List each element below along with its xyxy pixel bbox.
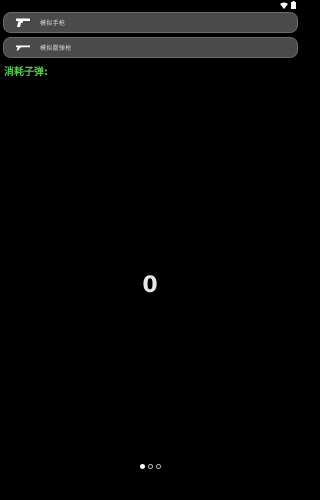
weapon-item-pistol[interactable]: 模拟手枪 (3, 12, 298, 33)
battery-icon (291, 1, 296, 9)
weapon-item-shotgun[interactable]: 模拟霰弹枪 (3, 37, 298, 58)
status-icons (280, 1, 296, 9)
page-dot[interactable] (147, 464, 153, 469)
weapon-label: 模拟手枪 (40, 20, 66, 27)
page-dot[interactable] (155, 464, 161, 469)
page-dot-active[interactable] (139, 464, 145, 469)
pistol-icon (10, 12, 36, 33)
ammo-consumed-title: 消耗子弹: (4, 67, 48, 78)
page-indicator[interactable] (0, 464, 300, 469)
ammo-count: 0 (142, 273, 158, 298)
wifi-icon (280, 2, 288, 9)
status-bar (0, 0, 300, 9)
weapon-label: 模拟霰弹枪 (40, 45, 72, 52)
shotgun-icon (10, 37, 36, 58)
